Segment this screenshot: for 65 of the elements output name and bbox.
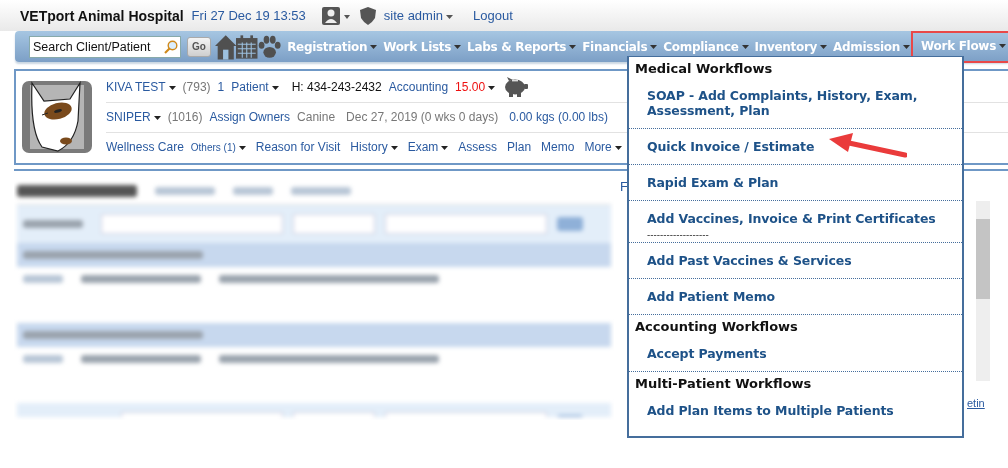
patient-count: 1 bbox=[217, 80, 225, 94]
calendar-icon[interactable] bbox=[236, 33, 258, 60]
patient-tab[interactable]: Memo bbox=[541, 140, 575, 154]
caret-icon bbox=[238, 145, 246, 150]
link-fragment[interactable]: etin bbox=[967, 397, 985, 409]
menu-item[interactable]: Add Plan Items to Multiple Patients bbox=[647, 403, 894, 418]
search-icon bbox=[164, 39, 178, 54]
caret-icon bbox=[488, 85, 496, 90]
piggy-bank-icon[interactable] bbox=[502, 77, 529, 97]
caret-icon bbox=[370, 45, 378, 49]
paw-icon[interactable] bbox=[257, 33, 282, 60]
app-title: VETport Animal Hospital bbox=[20, 7, 184, 24]
menu-item[interactable]: Add Vaccines, Invoice & Print Certificates bbox=[647, 211, 936, 226]
caret-icon bbox=[271, 85, 279, 90]
search-field[interactable]: Search Client/Patient bbox=[29, 35, 181, 58]
dash-line: ------------------- bbox=[646, 230, 710, 240]
caret-icon bbox=[650, 45, 658, 49]
menu-header: Multi-Patient Workflows bbox=[629, 371, 962, 397]
caret-icon bbox=[820, 45, 828, 49]
user-menu[interactable]: site admin bbox=[383, 8, 454, 23]
caret-icon bbox=[390, 145, 398, 150]
shield-icon bbox=[359, 6, 376, 25]
species: Canine bbox=[297, 110, 336, 124]
patient-tab[interactable]: Assess bbox=[458, 140, 498, 154]
weight: 0.00 kgs (0.00 lbs) bbox=[509, 110, 608, 124]
accounting-label[interactable]: Accounting bbox=[388, 80, 449, 94]
menu-item[interactable]: Accept Payments bbox=[647, 346, 767, 361]
caret-icon bbox=[614, 145, 622, 150]
patient-tab[interactable]: Reason for Visit bbox=[255, 140, 341, 154]
patient-name[interactable]: SNIPER bbox=[106, 110, 161, 124]
menu-item[interactable]: Rapid Exam & Plan bbox=[647, 175, 779, 190]
phone-number: H: 434-243-2432 bbox=[291, 80, 382, 94]
date-time: Fri 27 Dec 19 13:53 bbox=[191, 8, 306, 23]
birth-date: Dec 27, 2019 (0 wks 0 days) bbox=[346, 110, 499, 124]
go-button[interactable]: Go bbox=[187, 36, 211, 57]
caret-icon bbox=[446, 14, 454, 19]
patient-tab[interactable]: Wellness Care bbox=[106, 140, 184, 154]
menu-item[interactable]: Add Past Vaccines & Services bbox=[647, 253, 852, 268]
patient-tab[interactable]: More bbox=[584, 140, 622, 154]
caret-icon bbox=[153, 115, 161, 120]
person-icon[interactable] bbox=[321, 6, 352, 25]
balance-amount[interactable]: 15.00 bbox=[455, 80, 496, 94]
caret-icon bbox=[903, 45, 911, 49]
patient-tab[interactable]: Plan bbox=[507, 140, 532, 154]
patient-tab[interactable]: Exam bbox=[407, 140, 449, 154]
client-name[interactable]: KIVA TEST bbox=[106, 80, 176, 94]
text-fragment: F bbox=[620, 179, 628, 194]
menu-header: Accounting Workflows bbox=[629, 314, 962, 340]
menu-item[interactable]: Add Patient Memo bbox=[647, 289, 776, 304]
logout-link[interactable]: Logout bbox=[473, 8, 513, 23]
patient-id: (1016) bbox=[167, 110, 203, 124]
client-id: (793) bbox=[182, 80, 211, 94]
assign-owners-link[interactable]: Assign Owners bbox=[209, 110, 291, 124]
caret-icon bbox=[168, 85, 176, 90]
caret-icon bbox=[999, 44, 1006, 48]
patient-menu[interactable]: Patient bbox=[231, 80, 279, 94]
caret-icon bbox=[441, 145, 449, 150]
caret-icon bbox=[741, 45, 749, 49]
patient-tab[interactable]: History bbox=[350, 140, 398, 154]
caret-icon bbox=[569, 45, 577, 49]
caret-icon bbox=[454, 45, 462, 49]
menu-item[interactable]: SOAP - Add Complaints, History, Exam, Assessment, Plan bbox=[647, 88, 950, 118]
menu-header: Medical Workflows bbox=[634, 60, 774, 78]
menu-item[interactable]: Quick Invoice / Estimate bbox=[647, 139, 815, 154]
patient-tab[interactable]: Others (1) bbox=[190, 141, 246, 153]
